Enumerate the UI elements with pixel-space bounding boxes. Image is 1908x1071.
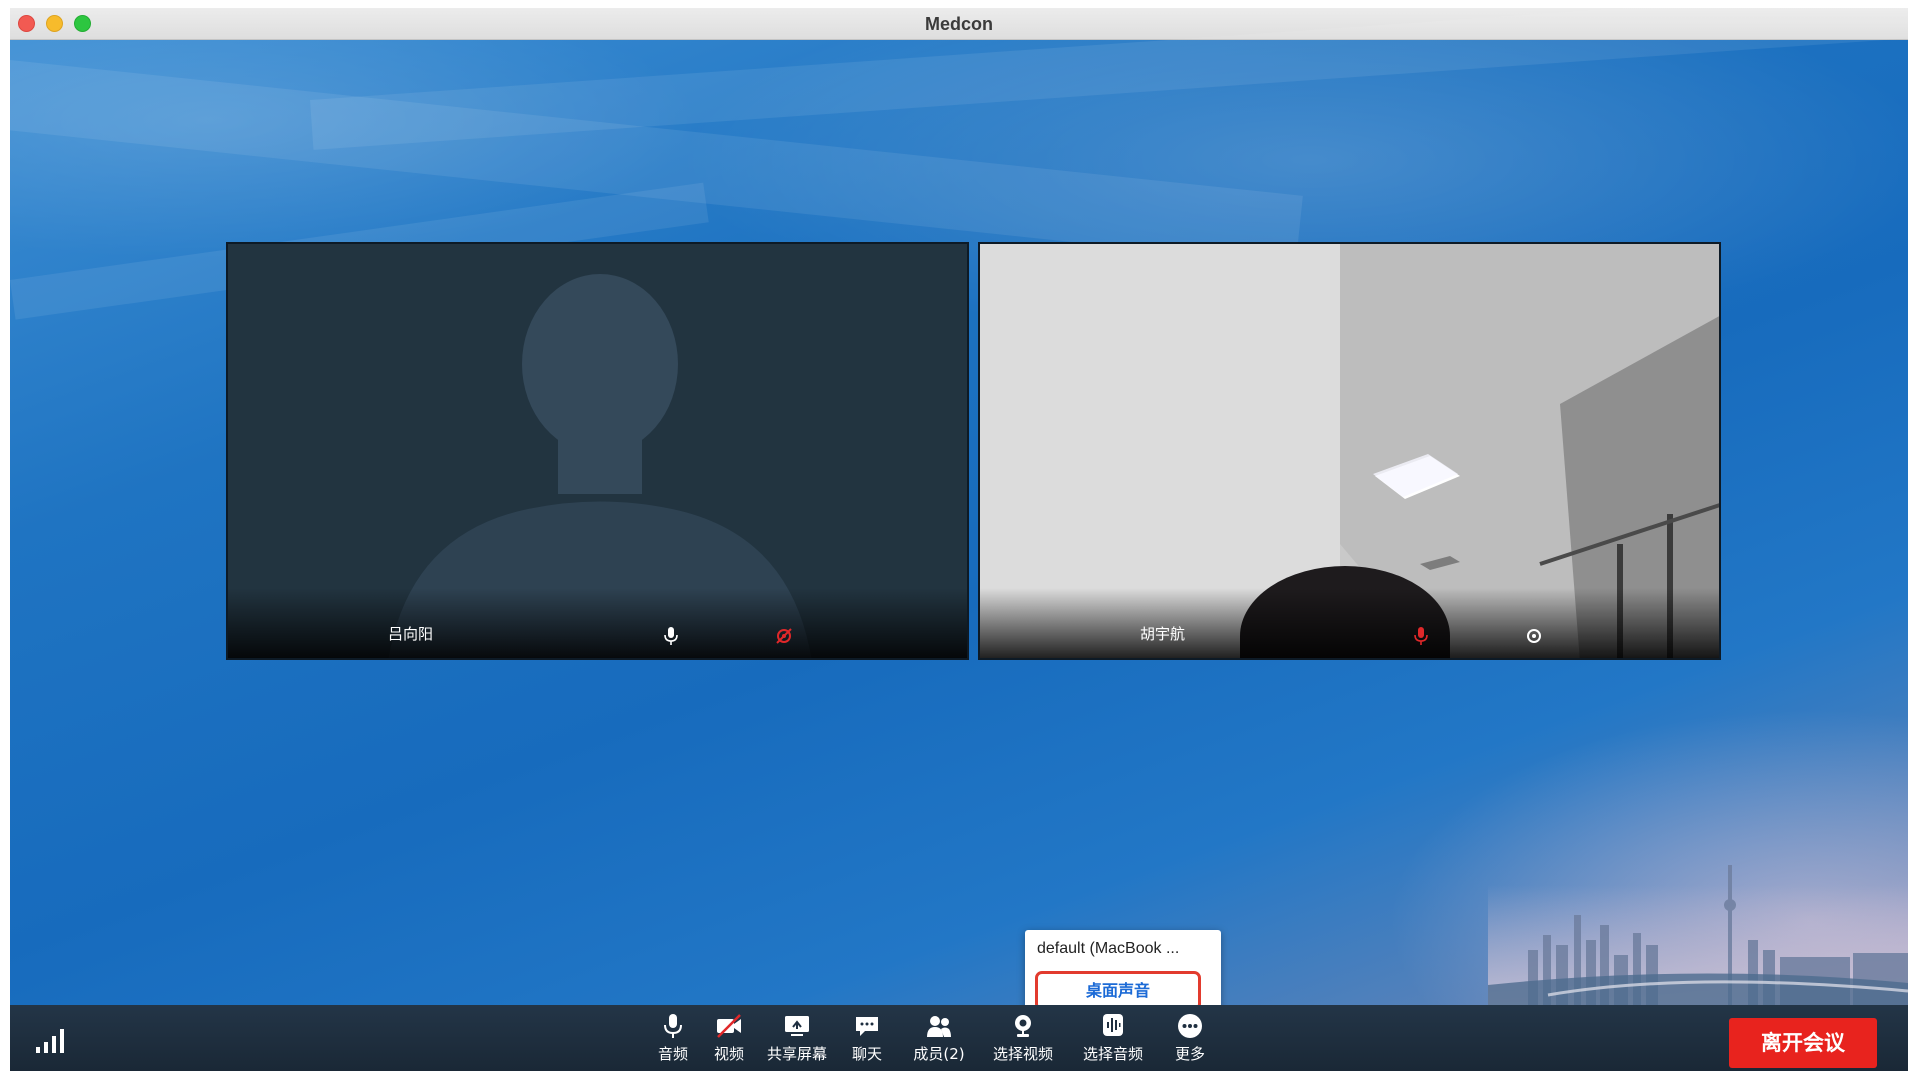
- members-icon: [927, 1016, 951, 1037]
- members-button[interactable]: 成员(2): [908, 1013, 970, 1069]
- video-label: 视频: [713, 1045, 744, 1063]
- participant-name: 胡宇航: [1140, 625, 1186, 643]
- select-audio-label: 选择音频: [1082, 1045, 1143, 1063]
- select-video-label: 选择视频: [992, 1045, 1053, 1063]
- signal-strength-icon: [36, 1029, 64, 1053]
- audio-device-option[interactable]: default (MacBook ...: [1037, 940, 1179, 958]
- app-window: Medcon 吕向阳 胡宇航 default (MacBook ... 桌面声音…: [10, 8, 1908, 1071]
- camera-icon: [1527, 629, 1541, 643]
- microphone-icon: [664, 1014, 682, 1038]
- microphone-icon: [664, 627, 678, 645]
- more-label: 更多: [1174, 1045, 1205, 1063]
- audio-waveform-icon: [1103, 1014, 1123, 1036]
- audio-button[interactable]: 音频: [648, 1013, 698, 1069]
- participant-tile[interactable]: 胡宇航: [978, 242, 1721, 660]
- video-button[interactable]: 视频: [704, 1013, 754, 1069]
- participant-name: 吕向阳: [388, 625, 434, 643]
- meeting-toolbar: 音频 视频 共享屏幕 聊天 成员(2) 选择视频 选择音频 更多: [10, 1005, 1908, 1071]
- more-icon: [1178, 1014, 1202, 1038]
- share-screen-icon: [785, 1016, 809, 1036]
- chat-button[interactable]: 聊天: [842, 1013, 892, 1069]
- leave-meeting-button[interactable]: 离开会议: [1729, 1018, 1877, 1068]
- more-button[interactable]: 更多: [1170, 1013, 1210, 1069]
- select-audio-button[interactable]: 选择音频: [1077, 1013, 1149, 1069]
- select-video-button[interactable]: 选择视频: [987, 1013, 1059, 1069]
- chat-label: 聊天: [851, 1045, 882, 1063]
- camera-off-icon: [776, 628, 792, 644]
- city-skyline-image: [1488, 865, 1908, 1005]
- participant-tile[interactable]: 吕向阳: [226, 242, 969, 660]
- microphone-muted-icon: [1414, 627, 1428, 645]
- share-screen-button[interactable]: 共享屏幕: [762, 1013, 832, 1069]
- chat-icon: [856, 1017, 878, 1036]
- members-label: 成员(2): [913, 1045, 965, 1063]
- share-screen-label: 共享屏幕: [766, 1045, 827, 1063]
- webcam-icon: [1015, 1015, 1031, 1037]
- audio-label: 音频: [657, 1045, 688, 1063]
- camera-off-icon: [717, 1014, 741, 1038]
- audio-device-menu: default (MacBook ... 桌面声音: [1025, 930, 1221, 1023]
